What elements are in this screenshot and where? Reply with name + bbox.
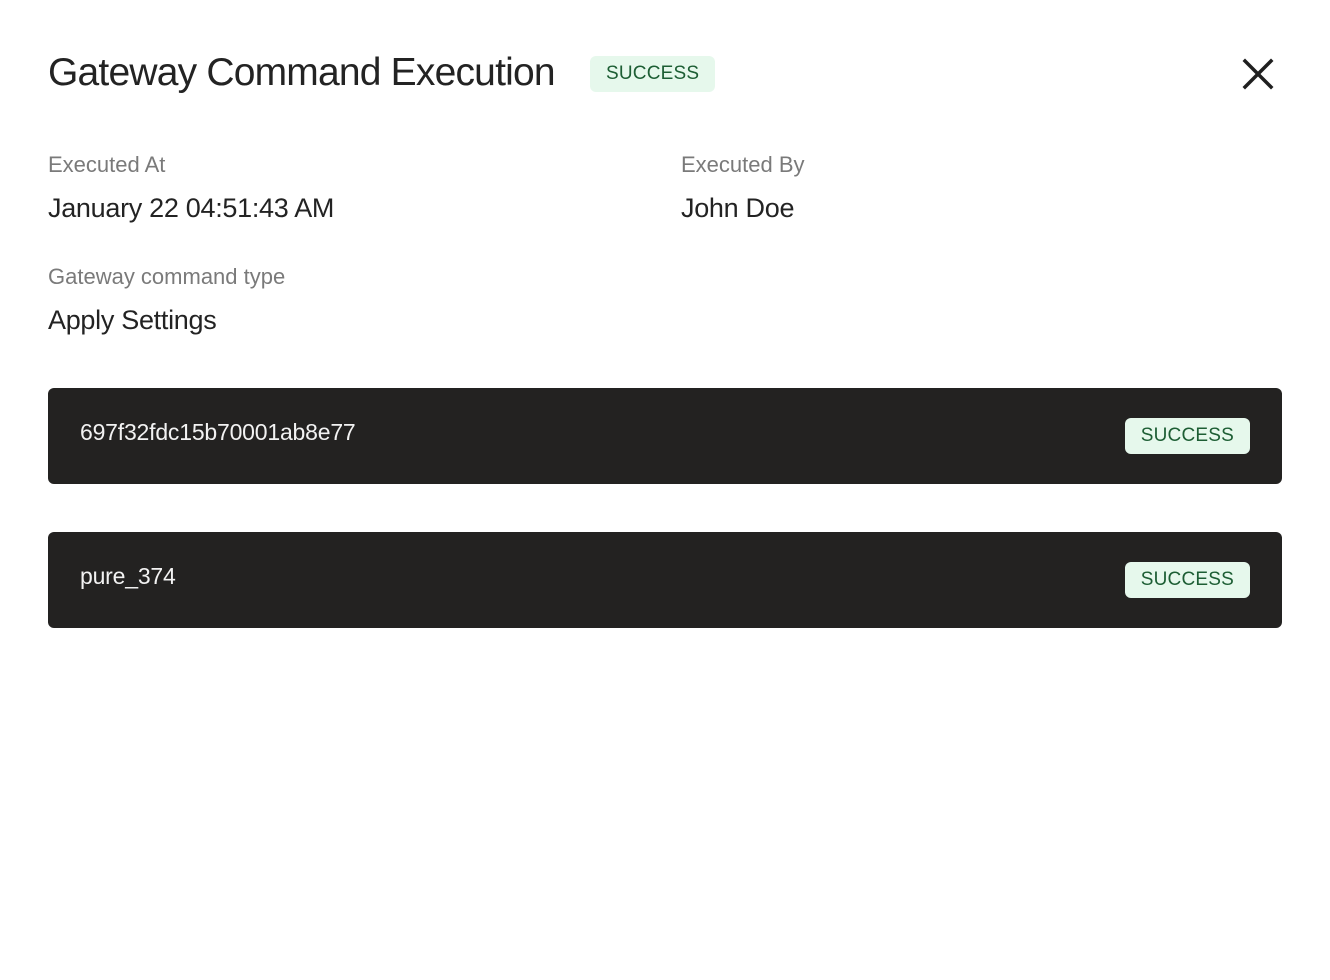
executed-at-value: January 22 04:51:43 AM [48, 193, 335, 223]
result-row[interactable]: 697f32fdc15b70001ab8e77 SUCCESS [48, 388, 1282, 484]
command-type-label: Gateway command type [48, 264, 286, 289]
close-button[interactable] [1240, 56, 1276, 92]
result-status-badge: SUCCESS [1124, 562, 1250, 598]
executed-by-value: John Doe [681, 193, 795, 223]
result-row[interactable]: pure_374 SUCCESS [48, 532, 1282, 628]
command-type-value: Apply Settings [48, 305, 217, 335]
page-title: Gateway Command Execution [48, 51, 556, 94]
panel-header: Gateway Command Execution SUCCESS [48, 50, 1282, 98]
executed-by-label: Executed By [681, 152, 805, 177]
command-type-field: Gateway command type Apply Settings [48, 264, 285, 336]
status-badge: SUCCESS [590, 56, 716, 92]
result-id: 697f32fdc15b70001ab8e77 [80, 419, 356, 445]
executed-at-field: Executed At January 22 04:51:43 AM [48, 152, 334, 224]
executed-at-label: Executed At [48, 152, 166, 177]
result-status-badge: SUCCESS [1124, 418, 1250, 454]
executed-by-field: Executed By John Doe [681, 152, 805, 224]
command-execution-panel: Gateway Command Execution SUCCESS Execut… [48, 0, 1282, 980]
result-id: pure_374 [80, 563, 176, 589]
close-icon [1242, 58, 1274, 90]
